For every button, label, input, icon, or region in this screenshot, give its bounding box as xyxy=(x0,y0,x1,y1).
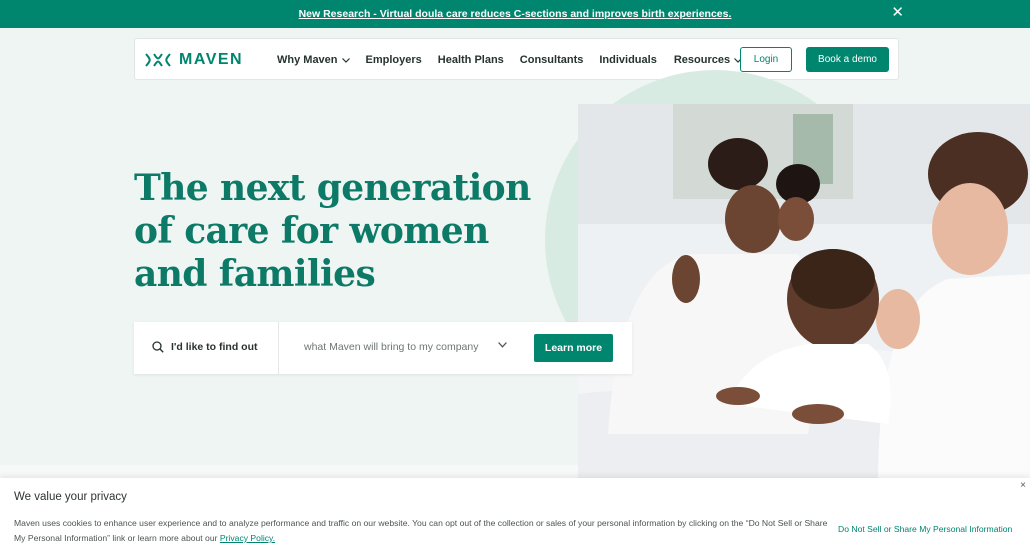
finder-divider xyxy=(278,322,279,374)
announcement-link[interactable]: New Research - Virtual doula care reduce… xyxy=(299,8,732,20)
cookie-banner: We value your privacy Maven uses cookies… xyxy=(0,478,1030,545)
hero-title-line: and families xyxy=(134,253,376,295)
hero-family-photo xyxy=(578,104,1030,478)
nav-item-label: Health Plans xyxy=(437,54,504,66)
cookie-title: We value your privacy xyxy=(14,491,127,503)
hero-title-line: The next generation xyxy=(134,167,531,209)
privacy-policy-link[interactable]: Privacy Policy. xyxy=(220,533,275,543)
login-button[interactable]: Login xyxy=(740,47,792,72)
nav-item-employers[interactable]: Employers xyxy=(366,54,422,66)
intent-finder: I'd like to find out what Maven will bri… xyxy=(134,322,632,374)
hero-title-line: of care for women xyxy=(134,210,489,252)
nav-item-label: Employers xyxy=(365,54,422,66)
do-not-sell-link[interactable]: Do Not Sell or Share My Personal Informa… xyxy=(838,524,1012,534)
search-icon xyxy=(152,341,164,353)
nav-item-resources[interactable]: Resources xyxy=(673,54,743,66)
cookie-body-text: Maven uses cookies to enhance user exper… xyxy=(14,518,828,543)
nav-item-label: Consultants xyxy=(519,54,584,66)
logo-text: MAVEN xyxy=(179,51,244,68)
chevron-down-icon xyxy=(341,57,350,63)
nav-item-consultants[interactable]: Consultants xyxy=(520,54,584,66)
announcement-bar: New Research - Virtual doula care reduce… xyxy=(0,0,1030,28)
learn-more-button[interactable]: Learn more xyxy=(534,334,613,362)
chevron-down-icon[interactable] xyxy=(498,342,507,348)
maven-logo[interactable]: MAVEN xyxy=(145,51,243,69)
cookie-body: Maven uses cookies to enhance user exper… xyxy=(14,516,834,545)
nav-item-individuals[interactable]: Individuals xyxy=(599,54,656,66)
maven-logo-icon xyxy=(145,53,171,67)
nav-item-label: Resources xyxy=(673,54,731,66)
hero-title: The next generation of care for women an… xyxy=(134,167,534,296)
nav-item-label: Why Maven xyxy=(277,54,338,66)
close-icon[interactable]: ✕ xyxy=(891,5,904,20)
finder-label-group: I'd like to find out xyxy=(152,341,258,353)
nav-item-why-maven[interactable]: Why Maven xyxy=(277,54,350,66)
book-demo-button[interactable]: Book a demo xyxy=(806,47,889,72)
main-nav: MAVEN Why Maven Employers Health Plans C… xyxy=(134,38,899,80)
finder-label: I'd like to find out xyxy=(171,341,258,353)
nav-item-health-plans[interactable]: Health Plans xyxy=(438,54,504,66)
nav-item-label: Individuals xyxy=(599,54,657,66)
hero-bottom-edge xyxy=(0,465,578,478)
family-photo-illustration xyxy=(578,104,1030,478)
finder-select[interactable]: what Maven will bring to my company xyxy=(304,341,479,353)
close-icon[interactable]: × xyxy=(1020,480,1026,491)
